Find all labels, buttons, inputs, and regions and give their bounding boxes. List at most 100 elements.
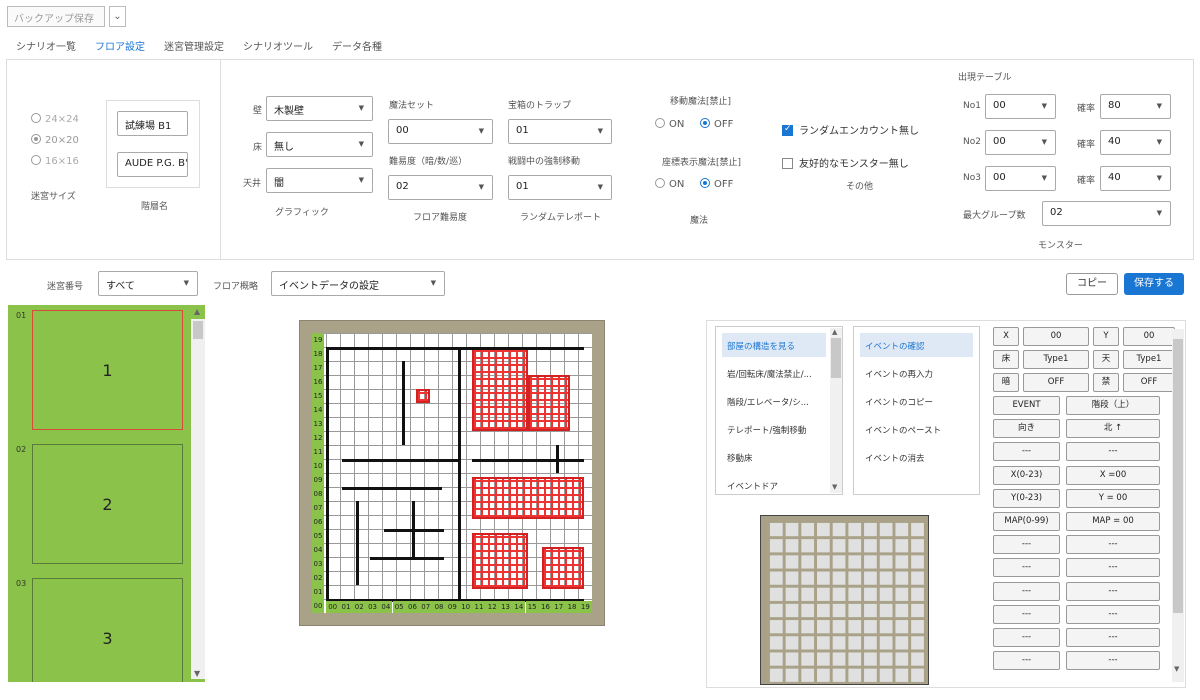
property-cell[interactable]: 向き xyxy=(993,419,1060,439)
property-cell[interactable]: --- xyxy=(1066,628,1160,647)
floor-item[interactable]: 01 1 xyxy=(8,305,190,439)
ceiling-select[interactable]: 闇 xyxy=(266,168,373,193)
property-cell[interactable]: MAP = 00 xyxy=(1066,512,1160,531)
property-cell[interactable]: --- xyxy=(993,581,1060,601)
property-cell[interactable]: Type1 xyxy=(1023,350,1089,369)
property-cell[interactable]: --- xyxy=(1066,535,1160,555)
copy-button[interactable]: コピー xyxy=(1066,273,1118,295)
floor-list-scrollbar[interactable] xyxy=(191,319,205,679)
property-cell[interactable]: OFF xyxy=(1023,373,1089,392)
property-cell[interactable]: --- xyxy=(1066,558,1160,578)
spawn-no3-select[interactable]: 00 xyxy=(985,166,1056,191)
max-group-select[interactable]: 02 xyxy=(1042,201,1171,226)
property-cell[interactable]: 北 ↑ xyxy=(1066,419,1160,439)
property-cell[interactable]: Y xyxy=(1093,327,1119,346)
menu-scrollbar[interactable] xyxy=(830,328,842,493)
property-cell[interactable]: 天 xyxy=(1093,350,1119,369)
map-row-label: 16 xyxy=(312,375,324,389)
property-cell[interactable]: OFF xyxy=(1123,373,1175,392)
menu-item-stairs[interactable]: 階段/エレベータ/シ... xyxy=(722,389,826,413)
backup-dropdown-chevron-icon[interactable]: ⌄ xyxy=(109,6,126,27)
property-cell[interactable]: 階段（上） xyxy=(1066,396,1160,415)
move-magic-off[interactable]: OFF xyxy=(700,118,733,130)
property-cell[interactable]: 暗 xyxy=(993,373,1019,392)
coord-magic-on[interactable]: ON xyxy=(655,178,684,190)
property-cell[interactable]: --- xyxy=(1066,581,1160,601)
friendly-monster-checkbox[interactable]: 友好的なモンスター無し xyxy=(782,155,909,170)
menu-item-event-reinput[interactable]: イベントの再入力 xyxy=(860,361,973,385)
menu-item-rock[interactable]: 岩/回転床/魔法禁止/... xyxy=(722,361,826,385)
random-encounter-checkbox[interactable]: ランダムエンカウント無し xyxy=(782,122,919,137)
menu-item-moving-floor[interactable]: 移動床 xyxy=(722,445,826,469)
coord-magic-off[interactable]: OFF xyxy=(700,178,733,190)
scroll-up-icon[interactable]: ▲ xyxy=(194,307,200,316)
move-magic-on[interactable]: ON xyxy=(655,118,684,130)
menu-item-event-check[interactable]: イベントの確認 xyxy=(860,333,973,357)
scroll-down-icon[interactable]: ▼ xyxy=(194,669,200,678)
spawn-no2-select[interactable]: 00 xyxy=(985,130,1056,155)
floor-name-input-2[interactable]: AUDE P.G. B' xyxy=(117,152,188,177)
size-option-16[interactable]: 16×16 xyxy=(31,155,79,167)
property-cell[interactable]: Type1 xyxy=(1123,350,1175,369)
scrollbar-thumb[interactable] xyxy=(193,321,203,339)
property-cell[interactable]: --- xyxy=(1066,604,1160,624)
property-cell[interactable]: --- xyxy=(1066,442,1160,462)
property-cell[interactable]: Y(0-23) xyxy=(993,488,1060,508)
property-cell[interactable]: Y = 00 xyxy=(1066,488,1160,508)
backup-select[interactable]: バックアップ保存 xyxy=(7,6,105,27)
floor-name-input-1[interactable]: 試練場 B1 xyxy=(117,111,188,136)
scroll-down-icon[interactable]: ▼ xyxy=(1174,665,1179,673)
floor-select[interactable]: 無し xyxy=(266,132,373,157)
map-grid[interactable] xyxy=(312,333,592,613)
tab-scenario-list[interactable]: シナリオ一覧 xyxy=(16,38,76,53)
property-cell[interactable]: MAP(0-99) xyxy=(993,512,1060,531)
magicset-select[interactable]: 00 xyxy=(388,119,493,144)
property-cell[interactable]: 床 xyxy=(993,350,1019,369)
property-cell[interactable]: EVENT xyxy=(993,396,1060,415)
property-cell[interactable]: 00 xyxy=(1123,327,1175,346)
property-cell[interactable]: --- xyxy=(993,628,1060,647)
size-option-20[interactable]: 20×20 xyxy=(31,134,79,146)
floor-outline-select[interactable]: イベントデータの設定 xyxy=(271,271,445,296)
size-option-24[interactable]: 24×24 xyxy=(31,113,79,125)
spawn-no1-select[interactable]: 00 xyxy=(985,94,1056,119)
tab-floor-settings[interactable]: フロア設定 xyxy=(95,38,145,53)
menu-item-room-structure[interactable]: 部屋の構造を見る xyxy=(722,333,826,357)
force-move-select[interactable]: 01 xyxy=(508,175,612,200)
tab-data[interactable]: データ各種 xyxy=(332,38,382,53)
property-cell[interactable]: --- xyxy=(993,651,1060,671)
menu-item-event-door[interactable]: イベントドア xyxy=(722,473,826,497)
rate-no2-select[interactable]: 40 xyxy=(1100,130,1171,155)
trap-select[interactable]: 01 xyxy=(508,119,612,144)
wall-select[interactable]: 木製壁 xyxy=(266,96,373,121)
property-cell[interactable]: 禁 xyxy=(1093,373,1119,392)
menu-item-event-copy[interactable]: イベントのコピー xyxy=(860,389,973,413)
scrollbar-thumb[interactable] xyxy=(831,338,841,378)
floor-item[interactable]: 02 2 xyxy=(8,439,190,573)
menu-item-teleport[interactable]: テレポート/強制移動 xyxy=(722,417,826,441)
save-button[interactable]: 保存する xyxy=(1124,273,1184,295)
floor-item[interactable]: 03 3 xyxy=(8,573,190,682)
property-cell[interactable]: --- xyxy=(1066,651,1160,671)
property-cell[interactable]: 00 xyxy=(1023,327,1089,346)
property-cell[interactable]: --- xyxy=(993,535,1060,555)
maze-number-select[interactable]: すべて xyxy=(98,271,198,296)
menu-item-event-paste[interactable]: イベントのペースト xyxy=(860,417,973,441)
floor-map[interactable]: 19 18 17 16 15 14 13 12 11 10 09 08 07 06 05 04 03 02 01 00… xyxy=(299,320,605,626)
scrollbar-thumb[interactable] xyxy=(1173,339,1183,613)
menu-item-event-delete[interactable]: イベントの消去 xyxy=(860,445,973,469)
tab-scenario-tools[interactable]: シナリオツール xyxy=(243,38,313,53)
rate-no1-select[interactable]: 80 xyxy=(1100,94,1171,119)
tab-maze-management[interactable]: 迷宮管理設定 xyxy=(164,38,224,53)
property-cell[interactable]: --- xyxy=(993,558,1060,578)
property-scrollbar[interactable] xyxy=(1172,329,1184,682)
property-cell[interactable]: X =00 xyxy=(1066,465,1160,485)
property-cell[interactable]: X xyxy=(993,327,1019,346)
rate-no3-select[interactable]: 40 xyxy=(1100,166,1171,191)
scroll-up-icon[interactable]: ▲ xyxy=(832,328,837,336)
difficulty-select[interactable]: 02 xyxy=(388,175,493,200)
scroll-down-icon[interactable]: ▼ xyxy=(832,483,837,491)
property-cell[interactable]: X(0-23) xyxy=(993,465,1060,485)
property-cell[interactable]: --- xyxy=(993,442,1060,462)
property-cell[interactable]: --- xyxy=(993,604,1060,624)
